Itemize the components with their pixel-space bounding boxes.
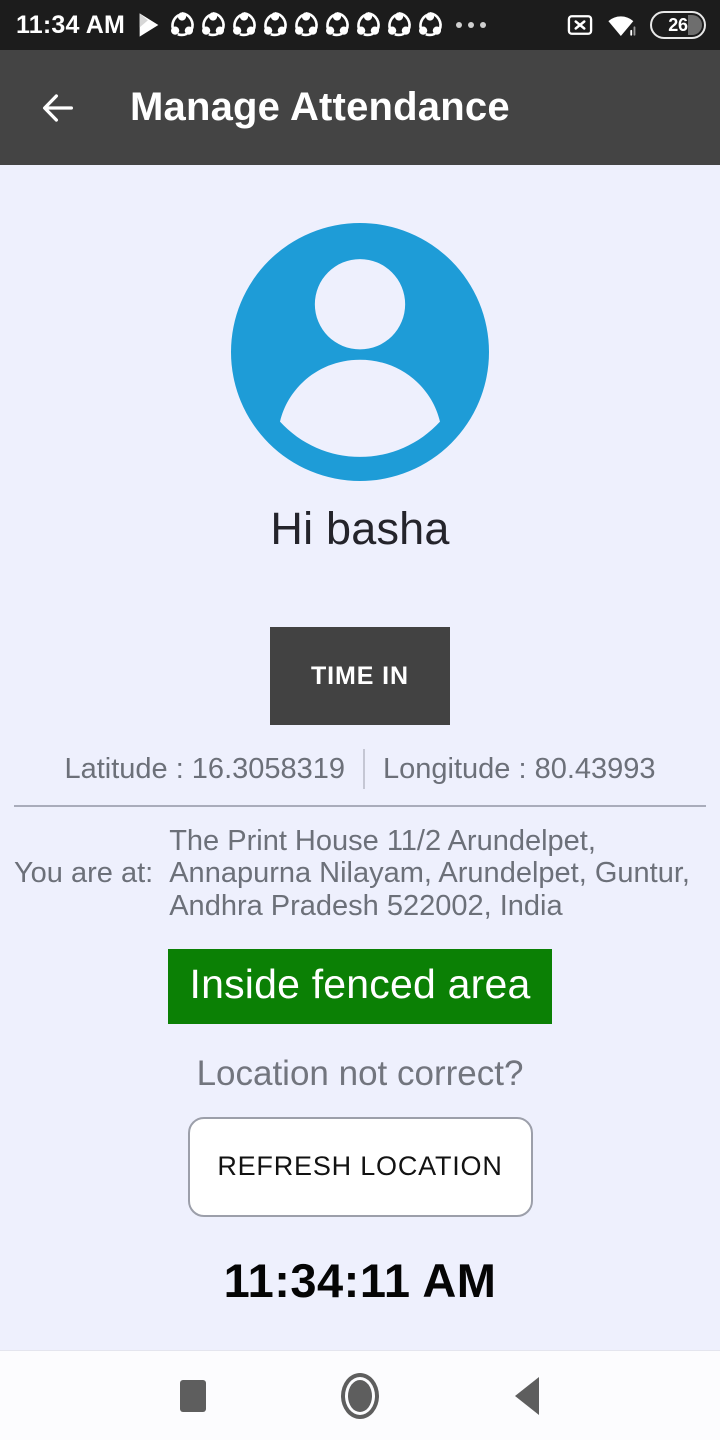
share-icon xyxy=(388,11,411,37)
status-bar-system-icons: 26 xyxy=(566,11,706,39)
latitude-value: Latitude : 16.3058319 xyxy=(64,752,346,785)
share-icon xyxy=(419,11,442,37)
fence-status-badge: Inside fenced area xyxy=(167,948,553,1024)
user-avatar-icon xyxy=(231,223,489,481)
section-divider xyxy=(14,805,706,807)
status-bar: 11:34 AM 26 xyxy=(0,0,720,50)
share-icon xyxy=(295,11,318,37)
address-value: The Print House 11/2 Arundelpet, Annapur… xyxy=(169,824,690,923)
home-button[interactable] xyxy=(325,1361,395,1431)
no-sim-icon xyxy=(567,15,593,35)
location-prompt-text: Location not correct? xyxy=(196,1053,524,1093)
refresh-location-button[interactable]: REFRESH LOCATION xyxy=(187,1116,533,1217)
status-bar-notification-icons xyxy=(135,9,554,41)
main-content: Hi basha TIME IN Latitude : 16.3058319 L… xyxy=(0,165,720,1350)
address-row: You are at: The Print House 11/2 Arundel… xyxy=(0,825,720,923)
phone-screen: 11:34 AM 26 Manage Attendance Hi basha T… xyxy=(0,0,720,1440)
time-in-button[interactable]: TIME IN xyxy=(270,627,450,725)
nav-back-button[interactable] xyxy=(492,1361,562,1431)
battery-level-text: 26 xyxy=(668,14,688,35)
play-icon xyxy=(139,13,159,37)
back-triangle-icon xyxy=(514,1376,539,1415)
status-bar-clock: 11:34 AM xyxy=(16,10,126,39)
share-icon xyxy=(171,11,194,37)
app-bar: Manage Attendance xyxy=(0,50,720,165)
share-icon xyxy=(326,11,349,37)
battery-indicator: 26 xyxy=(650,11,706,39)
address-label: You are at: xyxy=(14,857,154,890)
coordinates-row: Latitude : 16.3058319 Longitude : 80.439… xyxy=(46,749,673,789)
home-circle-icon xyxy=(340,1372,379,1419)
android-navigation-bar xyxy=(0,1350,720,1440)
greeting-text: Hi basha xyxy=(270,503,450,554)
back-button[interactable] xyxy=(30,80,86,136)
more-notifications-icon xyxy=(456,22,487,28)
page-title: Manage Attendance xyxy=(130,85,510,129)
recents-button[interactable] xyxy=(158,1361,228,1431)
recents-square-icon xyxy=(180,1379,207,1412)
share-icon xyxy=(202,11,225,37)
share-icon xyxy=(357,11,380,37)
share-icon xyxy=(264,11,287,37)
current-time-display: 11:34:11 AM xyxy=(223,1253,497,1307)
share-icon xyxy=(233,11,256,37)
wifi-icon xyxy=(608,16,636,36)
longitude-value: Longitude : 80.43993 xyxy=(383,752,656,785)
back-arrow-icon xyxy=(43,93,74,122)
